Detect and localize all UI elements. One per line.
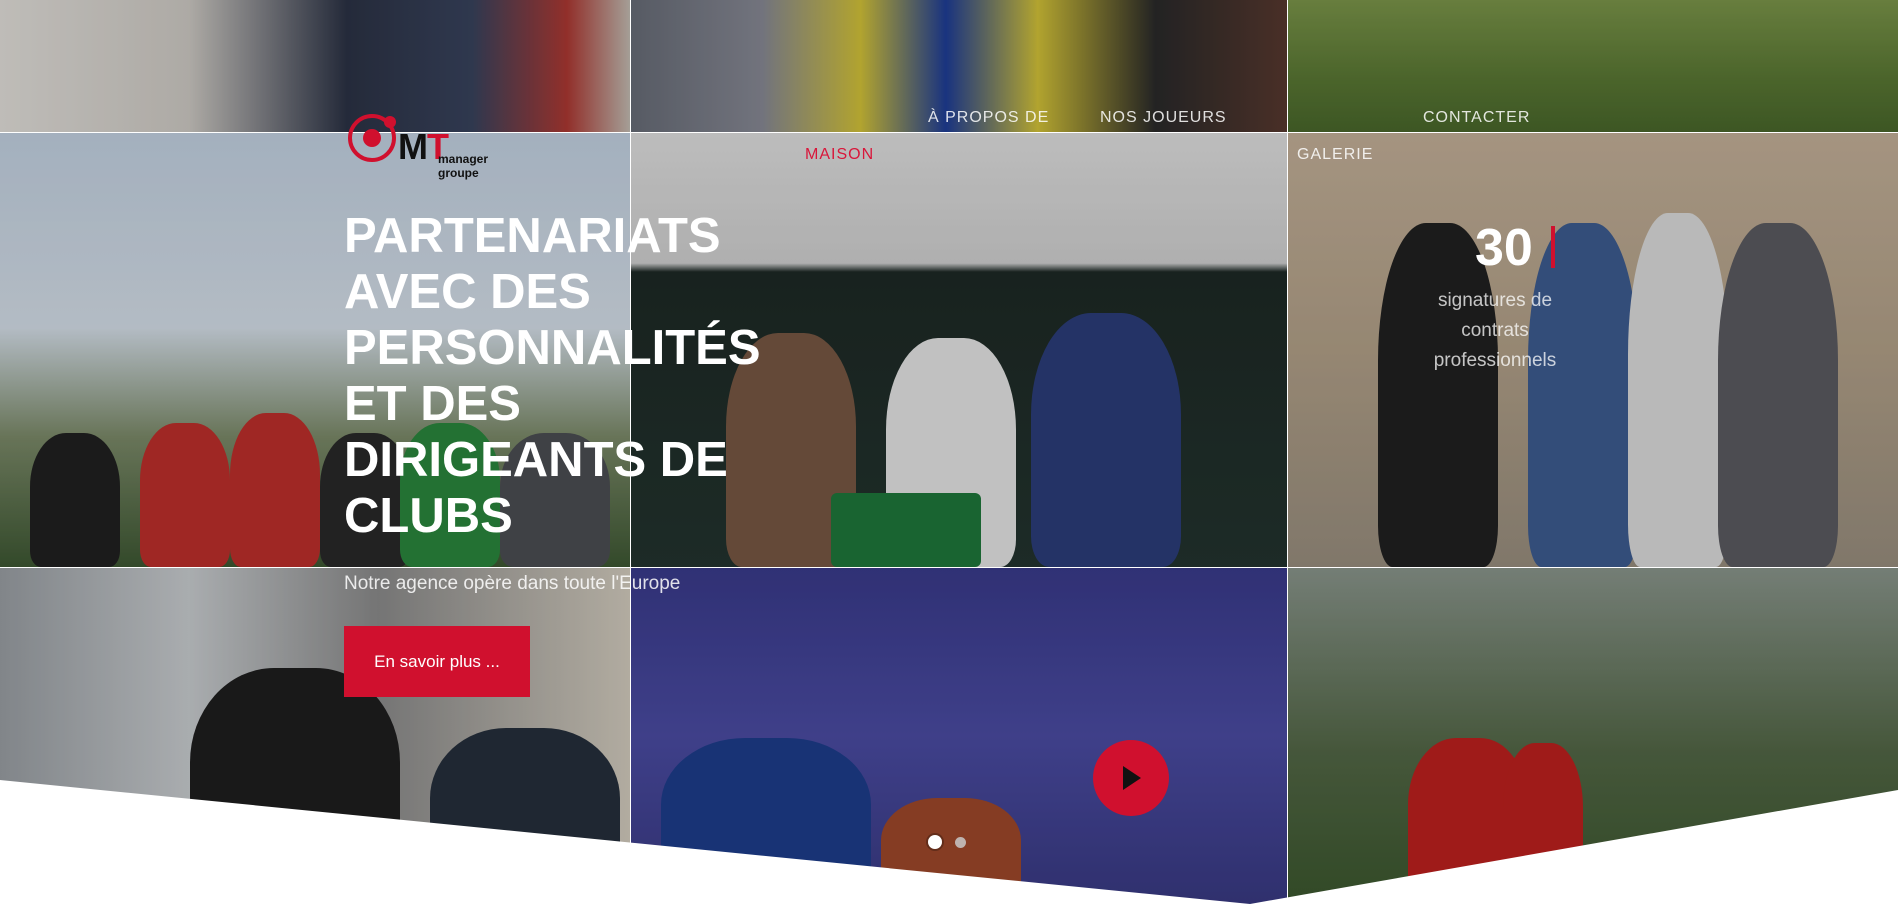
hero-section: MT manager groupe À PROPOS DE NOS JOUEUR… — [0, 0, 1898, 904]
hero-headline: PARTENARIATS AVEC DES PERSONNALITÉS ET D… — [344, 209, 761, 543]
hero-subtitle: Notre agence opère dans toute l'Europe — [344, 573, 681, 594]
photo-tile — [1288, 0, 1898, 132]
play-video-button[interactable] — [1093, 740, 1169, 816]
photo-tile — [1288, 133, 1898, 567]
photo-tile — [0, 568, 630, 904]
nav-link-about[interactable]: À PROPOS DE — [928, 109, 1049, 127]
nav-link-players[interactable]: NOS JOUEURS — [1100, 109, 1227, 127]
photo-grid — [0, 0, 1898, 904]
slider-dot-2[interactable] — [955, 837, 966, 848]
nav-link-home[interactable]: MAISON — [805, 146, 874, 164]
soccer-ball-icon — [348, 114, 396, 162]
learn-more-button[interactable]: En savoir plus ... — [344, 626, 530, 697]
slider-dot-1[interactable] — [928, 835, 942, 849]
stat-accent-bar — [1551, 226, 1555, 268]
nav-link-contact[interactable]: CONTACTER — [1423, 109, 1530, 127]
photo-tile — [631, 568, 1287, 904]
nav-link-gallery[interactable]: GALERIE — [1297, 146, 1373, 164]
photo-tile — [0, 0, 630, 132]
brand-logo[interactable]: MT manager groupe — [346, 108, 526, 180]
play-icon — [1123, 766, 1141, 790]
logo-subtitle: manager groupe — [438, 152, 489, 180]
photo-tile — [1288, 568, 1898, 904]
stat-number: 30 — [1475, 219, 1533, 277]
stat-label: signatures de contrats professionnels — [1433, 290, 1557, 371]
